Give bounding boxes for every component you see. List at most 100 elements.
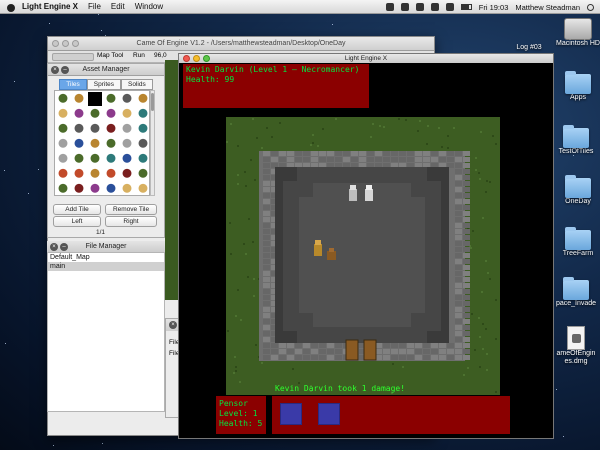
tile-sprite[interactable] — [104, 167, 118, 181]
desktop-icon-oneday[interactable]: OneDay — [556, 175, 600, 205]
close-icon[interactable]: × — [51, 66, 59, 74]
tile-sprite[interactable] — [72, 137, 86, 151]
game-titlebar: Light Engine X — [179, 54, 553, 63]
close-button[interactable] — [52, 40, 59, 47]
spotlight-search-icon[interactable] — [587, 3, 594, 11]
tile-sprite[interactable] — [72, 107, 86, 121]
remove-tile-button[interactable]: Remove Tile — [105, 204, 157, 215]
apple-menu-icon[interactable] — [6, 2, 16, 12]
tile-sprite[interactable] — [104, 182, 118, 195]
battery-icon[interactable] — [460, 4, 472, 10]
tile-sprite[interactable] — [72, 152, 86, 166]
dropbox-icon[interactable] — [385, 3, 394, 11]
tile-sprite[interactable] — [72, 92, 86, 106]
add-tile-button[interactable]: Add Tile — [53, 204, 101, 215]
run-button[interactable]: Run — [133, 52, 145, 59]
minimize-icon[interactable]: – — [60, 243, 68, 251]
tile-sprite[interactable] — [120, 92, 134, 106]
tile-sprite[interactable] — [88, 92, 102, 106]
tile-sprite[interactable] — [56, 92, 70, 106]
tile-sprite[interactable] — [136, 107, 149, 121]
tile-sprite[interactable] — [120, 152, 134, 166]
tile-sprite[interactable] — [88, 167, 102, 181]
cursor-coord: 96,0 — [154, 52, 167, 59]
zoom-button[interactable] — [72, 40, 79, 47]
tile-grid-scrollbar[interactable] — [150, 90, 155, 196]
tile-sprite[interactable] — [72, 122, 86, 136]
desktop-icon-apps[interactable]: Apps — [556, 71, 600, 101]
grass-speck — [426, 143, 428, 145]
wall-brick — [295, 343, 302, 348]
tile-sprite[interactable] — [56, 137, 70, 151]
inventory-slot-1[interactable] — [280, 403, 302, 425]
close-icon[interactable]: × — [169, 321, 177, 329]
timemachine-icon[interactable] — [400, 3, 409, 11]
grass-speck — [261, 147, 263, 149]
tile-sprite[interactable] — [88, 122, 102, 136]
menu-app-name[interactable]: Light Engine X — [22, 2, 78, 11]
desktop-icon-macintosh-hd[interactable]: Macintosh HD — [556, 18, 600, 47]
tile-sprite[interactable] — [56, 167, 70, 181]
minimize-button[interactable] — [193, 55, 200, 62]
tile-sprite[interactable] — [104, 137, 118, 151]
file-item-default-map[interactable]: Default_Map — [48, 253, 164, 262]
menu-file[interactable]: File — [88, 2, 101, 11]
menu-edit[interactable]: Edit — [111, 2, 125, 11]
zoom-button[interactable] — [203, 55, 210, 62]
file-item-main[interactable]: main — [48, 262, 164, 271]
menu-user[interactable]: Matthew Steadman — [515, 3, 580, 12]
wall-brick — [271, 151, 278, 156]
tile-sprite[interactable] — [72, 182, 86, 195]
tab-sprites[interactable]: Sprites — [86, 79, 121, 90]
tab-solids[interactable]: Solids — [121, 79, 153, 90]
tile-sprite[interactable] — [72, 167, 86, 181]
tile-sprite[interactable] — [56, 107, 70, 121]
tile-sprite[interactable] — [120, 167, 134, 181]
close-button[interactable] — [183, 55, 190, 62]
tile-sprite[interactable] — [88, 107, 102, 121]
tile-sprite[interactable] — [136, 92, 149, 106]
tile-sprite[interactable] — [136, 152, 149, 166]
desktop-icon-dmg[interactable]: ameOfEngin es.dmg — [552, 326, 600, 366]
wall-brick — [351, 157, 358, 162]
tile-grid[interactable] — [54, 90, 150, 196]
left-button[interactable]: Left — [53, 216, 101, 227]
tile-sprite[interactable] — [136, 182, 149, 195]
tile-sprite[interactable] — [136, 122, 149, 136]
tile-sprite[interactable] — [136, 167, 149, 181]
right-button[interactable]: Right — [105, 216, 157, 227]
wall-brick — [407, 349, 414, 354]
tile-sprite[interactable] — [104, 107, 118, 121]
tile-sprite[interactable] — [104, 92, 118, 106]
tile-sprite[interactable] — [104, 152, 118, 166]
tile-sprite[interactable] — [88, 152, 102, 166]
toolbar-segment[interactable] — [52, 53, 94, 61]
menu-clock[interactable]: Fri 19:03 — [479, 3, 509, 12]
desktop-icon-space-invaders[interactable]: pace_Invade — [552, 277, 600, 307]
inventory-slot-2[interactable] — [318, 403, 340, 425]
menu-window[interactable]: Window — [135, 2, 163, 11]
close-icon[interactable]: × — [50, 243, 58, 251]
tile-sprite[interactable] — [120, 107, 134, 121]
tile-sprite[interactable] — [120, 182, 134, 195]
volume-icon[interactable] — [445, 3, 454, 11]
minimize-button[interactable] — [62, 40, 69, 47]
wifi-icon[interactable] — [430, 3, 439, 11]
tab-tiles[interactable]: Tiles — [59, 79, 87, 90]
bluetooth-icon[interactable] — [415, 3, 424, 11]
tile-sprite[interactable] — [120, 122, 134, 136]
tile-sprite[interactable] — [88, 137, 102, 151]
tile-sprite[interactable] — [104, 122, 118, 136]
tile-sprite[interactable] — [136, 137, 149, 151]
desktop-icon-treefarm[interactable]: TreeFarm — [556, 227, 600, 257]
map-tool-button[interactable]: Map Tool — [97, 52, 123, 59]
tile-sprite[interactable] — [56, 152, 70, 166]
desktop-icon-log[interactable]: Log #03 — [504, 40, 554, 51]
tile-sprite[interactable] — [120, 137, 134, 151]
tile-sprite[interactable] — [56, 122, 70, 136]
tile-sprite[interactable] — [88, 182, 102, 195]
grass-speck — [485, 260, 487, 262]
minimize-icon[interactable]: – — [61, 66, 69, 74]
desktop-icon-testoftiles[interactable]: TestOfTiles — [552, 125, 600, 155]
tile-sprite[interactable] — [56, 182, 70, 195]
